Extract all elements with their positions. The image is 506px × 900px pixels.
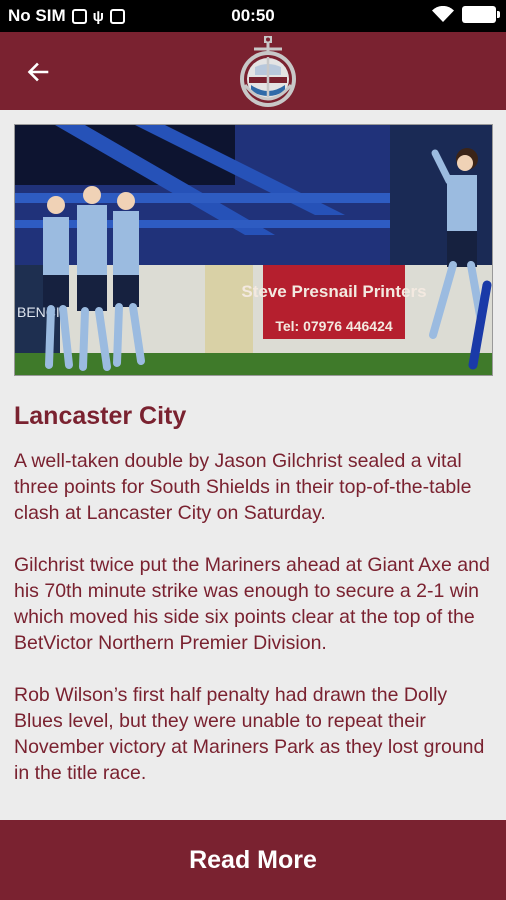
article-title: Lancaster City [14, 402, 187, 430]
sponsor-text-1: Steve Presnail Printers [241, 282, 426, 301]
article-content: Steve Presnail Printers Tel: 07976 44642… [0, 110, 506, 820]
app-bar [0, 32, 506, 110]
article-body: A well-taken double by Jason Gilchrist s… [14, 448, 496, 812]
football-celebration-image: Steve Presnail Printers Tel: 07976 44642… [15, 125, 492, 375]
sponsor-text-2: Tel: 07976 446424 [275, 318, 392, 334]
article-photo: Steve Presnail Printers Tel: 07976 44642… [14, 124, 493, 376]
arrow-left-icon [27, 62, 49, 82]
clock: 00:50 [231, 6, 275, 25]
wifi-icon [432, 6, 454, 22]
article-paragraph: Gilchrist twice put the Mariners ahead a… [14, 554, 490, 654]
read-more-button[interactable]: Read More [0, 820, 506, 900]
club-crest-logo [240, 36, 296, 107]
battery-icon [462, 6, 500, 23]
article-paragraph: Rob Wilson’s first half penalty had draw… [14, 684, 485, 784]
status-bar: No SIM ψ 00:50 [0, 0, 506, 32]
article-paragraph: A well-taken double by Jason Gilchrist s… [14, 450, 472, 524]
back-button[interactable] [18, 52, 58, 92]
